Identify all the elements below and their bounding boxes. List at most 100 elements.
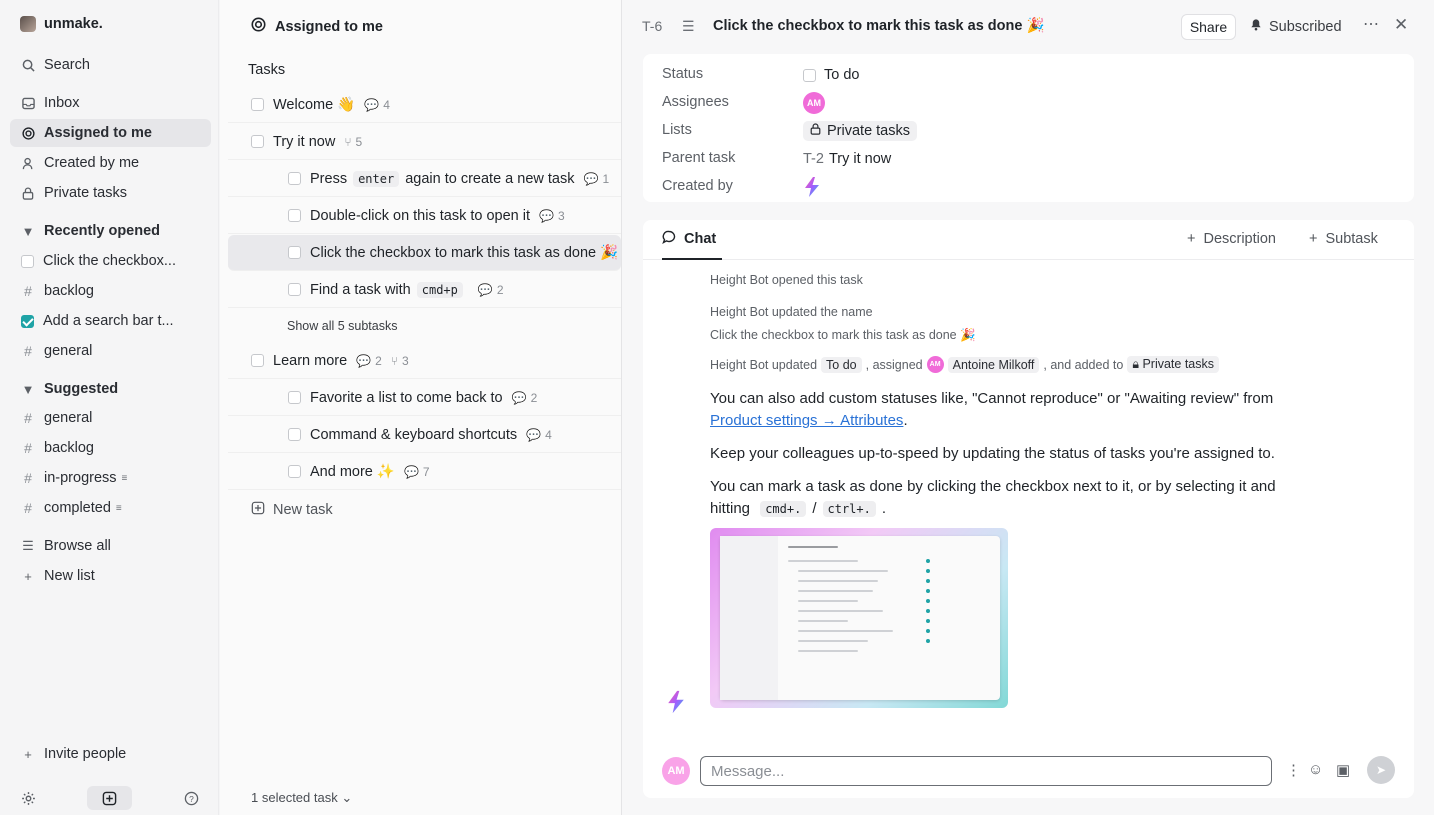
screenshot-image[interactable] xyxy=(710,528,1008,708)
lists-field[interactable]: Private tasks xyxy=(803,119,917,143)
list-chip[interactable]: Private tasks xyxy=(803,121,917,141)
task-checkbox[interactable] xyxy=(251,354,264,367)
user-icon xyxy=(21,156,35,170)
parent-task-field[interactable]: T-2 Try it now xyxy=(803,147,891,171)
comment-icon: 💬 xyxy=(356,353,372,368)
comment-count: 💬 1 xyxy=(583,172,609,186)
activity-prefix: Height Bot updated xyxy=(710,357,818,372)
close-icon[interactable]: ✕ xyxy=(1394,15,1408,35)
task-row[interactable]: And more ✨ 💬 7 xyxy=(228,454,621,490)
subscribed-button[interactable]: Subscribed xyxy=(1250,18,1342,35)
invite-people-button[interactable]: + Invite people xyxy=(10,740,211,768)
task-row[interactable]: Favorite a list to come back to 💬 2 xyxy=(228,380,621,416)
subscribed-label: Subscribed xyxy=(1269,18,1342,35)
send-button[interactable]: ➤ xyxy=(1367,756,1395,784)
parent-task-id: T-2 xyxy=(803,151,824,167)
task-row[interactable]: Learn more 💬 2 ⑂ 3 xyxy=(228,343,621,379)
sidebar-item-assigned[interactable]: Assigned to me xyxy=(10,119,211,147)
sidebar-item-inbox[interactable]: Inbox xyxy=(10,89,211,117)
task-row-selected[interactable]: Click the checkbox to mark this task as … xyxy=(228,235,621,271)
suggested-item-completed[interactable]: # completed ≡ xyxy=(10,494,211,522)
task-properties: Status To do Assignees AM Lists Private … xyxy=(643,54,1414,202)
recent-item-backlog[interactable]: # backlog xyxy=(10,277,211,305)
task-row[interactable]: Command & keyboard shortcuts 💬 4 xyxy=(228,417,621,453)
suggested-toggle[interactable]: ▼ Suggested xyxy=(10,375,211,403)
suggested-item-backlog[interactable]: # backlog xyxy=(10,434,211,462)
recent-item-label: Add a search bar t... xyxy=(43,313,174,329)
task-row[interactable]: Press enter again to create a new task 💬… xyxy=(228,161,621,197)
suggested-item-general[interactable]: # general xyxy=(10,404,211,432)
task-title-prefix: Find a task with xyxy=(310,281,411,298)
plus-square-icon xyxy=(251,501,265,519)
task-row[interactable]: Try it now ⑂ 5 xyxy=(228,124,621,160)
task-checkbox[interactable] xyxy=(251,135,264,148)
task-checkbox[interactable] xyxy=(288,209,301,222)
subtask-count: ⑂ 5 xyxy=(344,135,362,149)
recently-opened-toggle[interactable]: ▼ Recently opened xyxy=(10,217,211,245)
parent-task-label: Parent task xyxy=(662,150,736,166)
share-button[interactable]: Share xyxy=(1181,14,1236,40)
task-title[interactable]: Click the checkbox to mark this task as … xyxy=(713,17,1045,34)
comment-count: 💬 7 xyxy=(404,465,430,479)
workspace-switcher[interactable]: unmake. xyxy=(20,16,103,32)
image-upload-icon[interactable]: ▣ xyxy=(1336,761,1350,779)
message-input[interactable] xyxy=(700,756,1272,786)
add-description-button[interactable]: + Description xyxy=(1187,231,1276,247)
chat-tabbar: Chat + Description + Subtask xyxy=(643,220,1414,260)
tab-chat[interactable]: Chat xyxy=(662,220,723,260)
task-row[interactable]: Find a task with cmd+p 💬 2 xyxy=(228,272,621,308)
add-subtask-button[interactable]: + Subtask xyxy=(1309,231,1378,247)
new-task-button[interactable]: New task xyxy=(251,501,333,519)
assignee-pill: Antoine Milkoff xyxy=(947,356,1040,373)
more-options-icon[interactable]: ⋯ xyxy=(1363,14,1379,34)
task-checkbox[interactable] xyxy=(288,283,301,296)
recent-item-search-bar[interactable]: Add a search bar t... xyxy=(10,307,211,335)
lock-icon: 🔒︎ xyxy=(1132,357,1139,371)
assignees-label: Assignees xyxy=(662,94,729,110)
more-vertical-icon[interactable]: ⋮ xyxy=(1286,761,1301,779)
recent-item-task[interactable]: Click the checkbox... xyxy=(10,247,211,275)
comment-count: 💬 2 xyxy=(512,391,538,405)
sidebar-item-label: Assigned to me xyxy=(44,125,152,141)
task-row[interactable]: Welcome 👋 💬 4 xyxy=(228,87,621,123)
avatar: AM xyxy=(662,757,690,785)
settings-gear-icon[interactable] xyxy=(16,786,40,810)
recent-item-general[interactable]: # general xyxy=(10,337,211,365)
suggested-item-in-progress[interactable]: # in-progress ≡ xyxy=(10,464,211,492)
comment-count-value: 7 xyxy=(422,464,430,479)
assignees-field[interactable]: AM xyxy=(803,91,825,115)
preview-dot xyxy=(926,609,930,613)
search-button[interactable]: Search xyxy=(10,51,211,79)
new-task-square-icon[interactable] xyxy=(87,786,132,810)
task-checkbox[interactable] xyxy=(288,428,301,441)
new-list-button[interactable]: + New list xyxy=(10,562,211,590)
bot-message-1: You can also add custom statuses like, "… xyxy=(710,388,1320,432)
chat-bubble-icon xyxy=(662,230,676,248)
selected-count-dropdown[interactable]: 1 selected task ⌄ xyxy=(251,790,352,806)
task-checkbox[interactable] xyxy=(288,172,301,185)
sidebar-item-private[interactable]: Private tasks xyxy=(10,179,211,207)
task-title: Learn more xyxy=(273,352,348,369)
product-settings-link[interactable]: Product settings → Attributes xyxy=(710,412,903,429)
hash-icon: # xyxy=(24,470,32,486)
task-id: T-6 xyxy=(642,18,663,34)
sidebar-item-created[interactable]: Created by me xyxy=(10,149,211,177)
plus-icon: + xyxy=(24,568,32,584)
emoji-icon[interactable]: ☺ xyxy=(1308,761,1323,778)
preview-line xyxy=(798,630,893,632)
task-checkbox[interactable] xyxy=(288,465,301,478)
task-checkbox[interactable] xyxy=(288,391,301,404)
help-icon[interactable]: ? xyxy=(179,786,203,810)
show-all-subtasks-link[interactable]: Show all 5 subtasks xyxy=(287,319,397,333)
browse-all-button[interactable]: ☰ Browse all xyxy=(10,532,211,560)
workspace-logo xyxy=(20,16,36,32)
status-checkbox[interactable] xyxy=(803,68,816,82)
status-field[interactable]: To do xyxy=(803,63,859,87)
comment-count-value: 1 xyxy=(602,171,610,186)
activity-new-name: Click the checkbox to mark this task as … xyxy=(710,328,976,342)
task-checkbox[interactable] xyxy=(288,246,301,259)
task-checkbox[interactable] xyxy=(251,98,264,111)
task-row[interactable]: Double-click on this task to open it 💬 3 xyxy=(228,198,621,234)
menu-lines-icon[interactable]: ☰ xyxy=(682,18,695,35)
tab-chat-label: Chat xyxy=(684,231,717,247)
